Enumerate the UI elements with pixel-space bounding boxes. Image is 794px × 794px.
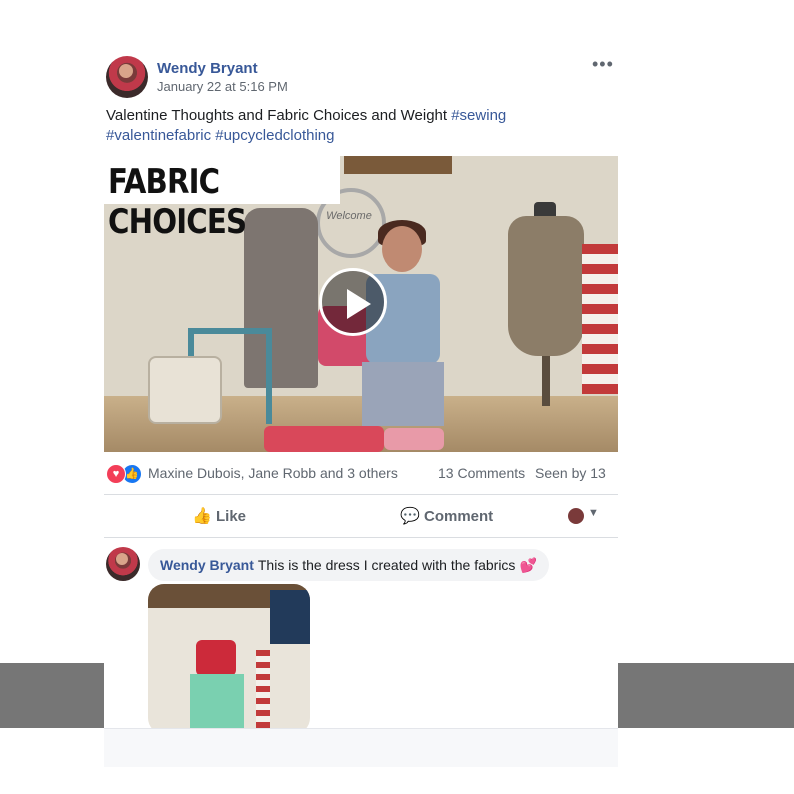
two-hearts-icon: 💕 xyxy=(519,557,537,573)
bottom-bar xyxy=(104,728,618,767)
overlay-band-right xyxy=(618,663,794,728)
hashtag-sewing[interactable]: #sewing xyxy=(451,107,506,124)
play-icon[interactable] xyxy=(319,268,387,336)
sewing-machine xyxy=(148,356,222,424)
video-title-text: FABRIC CHOICES xyxy=(108,162,247,242)
commenter-name[interactable]: Wendy Bryant xyxy=(160,557,254,573)
wreath-text: Welcome xyxy=(326,210,372,222)
post-text-body: Valentine Thoughts and Fabric Choices an… xyxy=(106,107,452,124)
pink-fabric-pile xyxy=(384,428,444,450)
like-label: Like xyxy=(216,508,247,525)
wall-sign xyxy=(344,156,452,174)
commenter-avatar[interactable] xyxy=(106,547,140,581)
comment-button[interactable]: 💬 Comment xyxy=(400,506,493,526)
dress-form-mannequin xyxy=(508,216,584,356)
hashtag-upcycledclothing[interactable]: #upcycledclothing xyxy=(215,127,334,144)
comment-text: This is the dress I created with the fab… xyxy=(257,557,516,573)
author-name[interactable]: Wendy Bryant xyxy=(157,60,258,77)
post-text: Valentine Thoughts and Fabric Choices an… xyxy=(106,106,606,146)
chevron-down-icon[interactable]: ▼ xyxy=(588,507,599,519)
speech-bubble-icon: 💬 xyxy=(400,508,420,525)
more-options-icon[interactable]: ••• xyxy=(592,54,614,75)
red-fabric-pile xyxy=(264,426,384,452)
divider xyxy=(104,537,618,538)
comment-label: Comment xyxy=(424,508,494,525)
reactors-text[interactable]: Maxine Dubois, Jane Robb and 3 others xyxy=(148,465,398,481)
video-player[interactable]: Welcome FABRIC CHOICES xyxy=(104,156,618,452)
video-title-banner: FABRIC CHOICES xyxy=(104,156,340,242)
comment-photo[interactable] xyxy=(148,584,310,734)
thumbs-up-icon: 👍 xyxy=(192,508,212,525)
reaction-stats: ♥ 👍 Maxine Dubois, Jane Robb and 3 other… xyxy=(104,462,618,486)
american-flag xyxy=(582,244,618,394)
mannequin-stand xyxy=(542,356,550,406)
comment-bubble: Wendy Bryant This is the dress I created … xyxy=(148,549,549,581)
seen-by[interactable]: Seen by 13 xyxy=(535,465,606,481)
action-bar: 👍 Like 💬 Comment ▼ xyxy=(104,496,618,536)
hashtag-valentinefabric[interactable]: #valentinefabric xyxy=(106,127,211,144)
comments-count[interactable]: 13 Comments xyxy=(438,465,525,481)
love-reaction-icon[interactable]: ♥ xyxy=(106,464,126,484)
divider xyxy=(104,494,618,495)
like-button[interactable]: 👍 Like xyxy=(192,506,246,526)
overlay-band-left xyxy=(0,663,104,728)
post-timestamp[interactable]: January 22 at 5:16 PM xyxy=(157,79,288,94)
author-avatar[interactable] xyxy=(106,56,148,98)
audience-avatar[interactable] xyxy=(568,508,584,524)
